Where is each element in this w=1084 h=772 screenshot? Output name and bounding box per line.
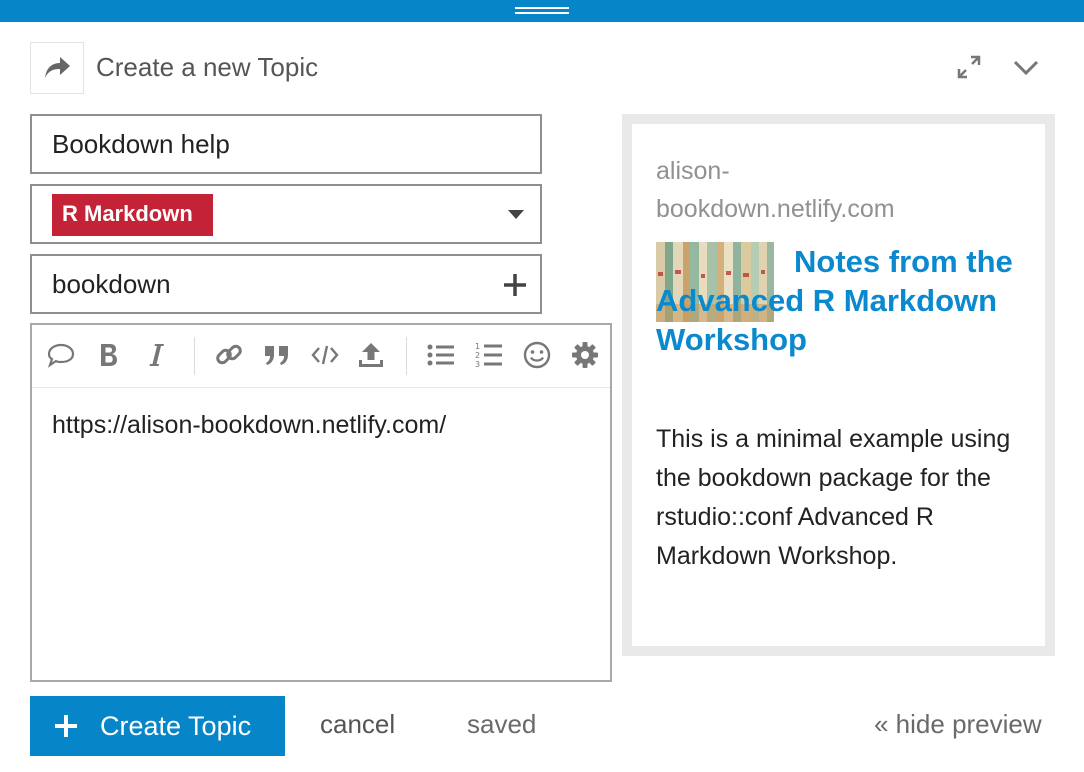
composer-title: Create a new Topic bbox=[96, 52, 319, 82]
numbered-list-icon[interactable]: 123 bbox=[472, 338, 506, 372]
tags-field[interactable]: bookdown bbox=[30, 254, 542, 314]
share-arrow-icon bbox=[45, 57, 70, 78]
preview-pane: alison-bookdown.netlify.com Notes from t… bbox=[622, 114, 1055, 656]
bold-icon[interactable] bbox=[92, 338, 126, 372]
upload-icon[interactable] bbox=[354, 338, 388, 372]
onebox-source: alison-bookdown.netlify.com bbox=[656, 157, 895, 223]
topic-title-field[interactable] bbox=[30, 114, 542, 174]
toolbar-divider bbox=[406, 337, 407, 375]
svg-text:3: 3 bbox=[475, 360, 480, 369]
blockquote-icon[interactable] bbox=[260, 338, 294, 372]
plus-icon bbox=[54, 714, 78, 738]
bullet-list-icon[interactable] bbox=[424, 338, 458, 372]
category-select[interactable]: R Markdown bbox=[30, 184, 542, 244]
add-tag-icon[interactable] bbox=[502, 272, 528, 298]
create-topic-button[interactable]: Create Topic bbox=[30, 696, 285, 756]
resize-grip-icon[interactable] bbox=[515, 7, 569, 14]
composer-top-bar[interactable] bbox=[0, 0, 1084, 22]
expand-icon[interactable] bbox=[956, 54, 982, 80]
italic-icon[interactable] bbox=[140, 338, 174, 372]
quote-bubble-icon[interactable] bbox=[44, 338, 78, 372]
link-icon[interactable] bbox=[212, 338, 246, 372]
onebox-title-link[interactable]: Notes from the Advanced R Markdown Works… bbox=[656, 242, 1016, 359]
onebox-description: This is a minimal example using the book… bbox=[656, 425, 1011, 570]
saved-status: saved bbox=[467, 709, 537, 739]
editor-text[interactable]: https://alison-bookdown.netlify.com/ bbox=[52, 411, 446, 440]
composer-header: Create a new Topic bbox=[30, 42, 1060, 94]
chevron-down-icon[interactable] bbox=[1012, 54, 1040, 80]
category-badge: R Markdown bbox=[52, 194, 213, 236]
hide-preview-link[interactable]: « hide preview bbox=[874, 709, 1042, 740]
editor: 123 https://alison-bookdown.netlify.com/ bbox=[30, 323, 612, 682]
cancel-link[interactable]: cancel bbox=[320, 709, 395, 740]
reply-action-button[interactable] bbox=[30, 42, 84, 94]
emoji-icon[interactable] bbox=[520, 338, 554, 372]
dropdown-caret-icon[interactable] bbox=[508, 210, 524, 219]
tag-value: bookdown bbox=[52, 269, 171, 299]
editor-toolbar: 123 bbox=[32, 325, 610, 388]
svg-text:2: 2 bbox=[475, 351, 480, 360]
toolbar-divider bbox=[194, 337, 195, 375]
svg-text:1: 1 bbox=[475, 342, 480, 351]
topic-title-input[interactable] bbox=[32, 116, 540, 172]
gear-icon[interactable] bbox=[568, 338, 602, 372]
create-topic-label: Create Topic bbox=[100, 710, 252, 741]
code-icon[interactable] bbox=[308, 338, 342, 372]
